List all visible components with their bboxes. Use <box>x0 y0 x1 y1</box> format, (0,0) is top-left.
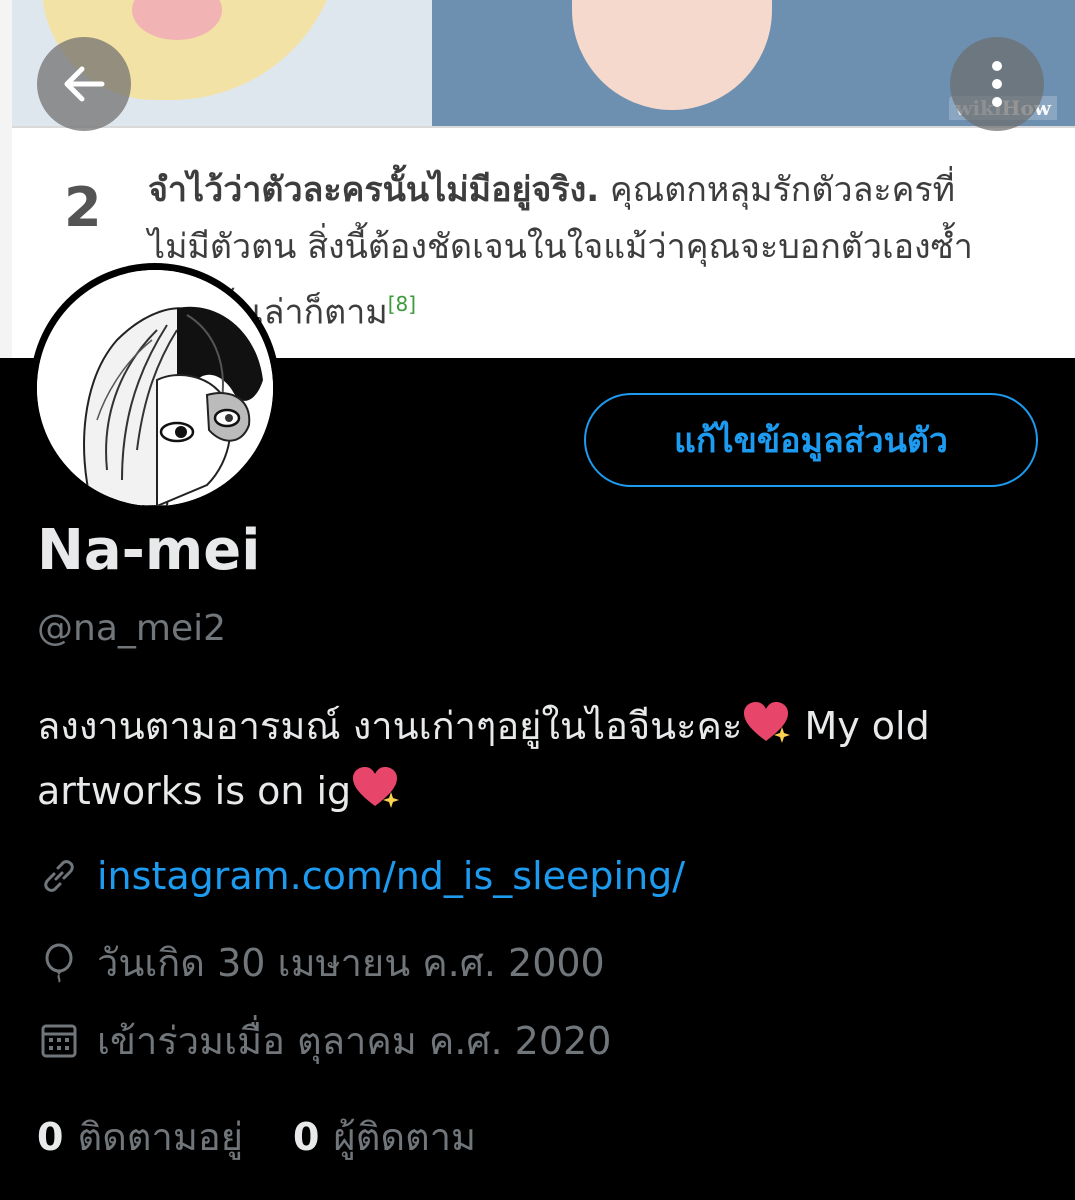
back-button[interactable] <box>37 37 131 131</box>
calendar-icon <box>37 1021 81 1061</box>
follow-stats: 0 ติดตามอยู่ 0 ผู้ติดตาม <box>37 1106 526 1167</box>
step-text: จำไว้ว่าตัวละครนั้นไม่มีอยู่จริง. คุณตกห… <box>148 162 1008 341</box>
sparkling-heart-icon <box>351 766 401 827</box>
bio-text-thai: ลงงานตามอารมณ์ งานเก่าๆอยู่ในไอจีนะคะ <box>37 704 743 748</box>
avatar-drawing <box>37 270 273 506</box>
step-reference: [8] <box>387 292 417 316</box>
user-handle: @na_mei2 <box>37 608 226 649</box>
banner-illustration: wikiHow <box>12 0 1075 126</box>
display-name: Na-mei <box>37 518 261 583</box>
step-number: 2 <box>64 176 102 239</box>
joined-row: เข้าร่วมเมื่อ ตุลาคม ค.ศ. 2020 <box>37 1010 611 1071</box>
arrow-left-icon <box>64 66 105 102</box>
balloon-icon <box>37 943 81 983</box>
birthday-text: วันเกิด 30 เมษายน ค.ศ. 2000 <box>97 941 605 985</box>
link-icon <box>37 856 81 896</box>
website-row: instagram.com/nd_is_sleeping/ <box>37 854 685 898</box>
joined-text: เข้าร่วมเมื่อ ตุลาคม ค.ศ. 2020 <box>97 1019 612 1063</box>
avatar[interactable] <box>30 263 280 513</box>
profile-bio: ลงงานตามอารมณ์ งานเก่าๆอยู่ในไอจีนะคะ My… <box>37 697 1037 827</box>
followers-label: ผู้ติดตาม <box>333 1115 477 1159</box>
following-label: ติดตามอยู่ <box>77 1115 243 1159</box>
avatar-image <box>37 270 273 506</box>
followers-count: 0 <box>292 1115 320 1159</box>
following-count: 0 <box>37 1115 64 1159</box>
more-options-button[interactable] <box>950 37 1044 131</box>
sparkling-heart-icon <box>742 701 792 762</box>
website-link[interactable]: instagram.com/nd_is_sleeping/ <box>97 854 685 898</box>
birthday-row: วันเกิด 30 เมษายน ค.ศ. 2000 <box>37 932 605 993</box>
more-vertical-icon <box>992 61 1002 107</box>
edit-profile-button[interactable]: แก้ไขข้อมูลส่วนตัว <box>584 393 1038 487</box>
banner-side-strip <box>0 0 12 358</box>
following-stat[interactable]: 0 ติดตามอยู่ <box>37 1106 243 1167</box>
step-lead: จำไว้ว่าตัวละครนั้นไม่มีอยู่จริง. <box>148 170 600 210</box>
followers-stat[interactable]: 0 ผู้ติดตาม <box>293 1106 476 1167</box>
